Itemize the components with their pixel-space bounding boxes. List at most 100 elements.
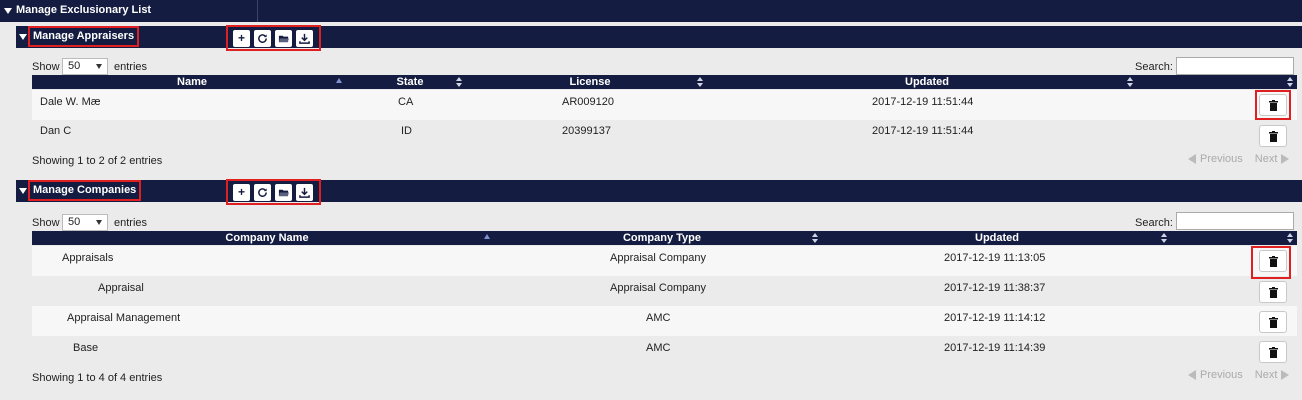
delete-row-button[interactable] bbox=[1259, 94, 1287, 116]
pagination: Previous Next bbox=[1188, 369, 1290, 381]
trash-icon bbox=[1268, 316, 1278, 328]
col-header-license[interactable]: License bbox=[468, 75, 712, 89]
companies-table-header: Company Name Company Type Updated bbox=[32, 231, 1297, 245]
col-header-updated[interactable]: Updated bbox=[712, 75, 1142, 89]
sort-icon[interactable] bbox=[812, 233, 818, 243]
next-page-button[interactable]: Next bbox=[1255, 369, 1278, 381]
col-header-company-name[interactable]: Company Name bbox=[32, 231, 502, 245]
download-companies-button[interactable] bbox=[296, 183, 313, 201]
companies-section-header[interactable]: Manage Companies + bbox=[16, 179, 1302, 205]
refresh-companies-button[interactable] bbox=[254, 183, 271, 201]
trash-icon bbox=[1268, 346, 1278, 358]
download-appraisers-button[interactable] bbox=[296, 29, 313, 47]
col-header-state[interactable]: State bbox=[352, 75, 468, 89]
entries-label: entries bbox=[114, 217, 148, 229]
cell-state: CA bbox=[398, 96, 414, 108]
search-label: Search: bbox=[1135, 61, 1173, 73]
table-row: Appraisal Appraisal Company 2017-12-19 1… bbox=[32, 276, 1297, 306]
cell-company-name: Appraisal bbox=[98, 282, 144, 294]
cell-updated: 2017-12-19 11:14:39 bbox=[944, 342, 1046, 354]
trash-icon bbox=[1268, 99, 1278, 111]
cell-company-type: AMC bbox=[646, 342, 671, 354]
cell-license: AR009120 bbox=[562, 96, 614, 108]
cell-state: ID bbox=[401, 125, 412, 137]
refresh-icon bbox=[258, 187, 267, 197]
cell-name: Dan C bbox=[40, 125, 72, 137]
download-icon bbox=[299, 187, 310, 198]
pagination: Previous Next bbox=[1188, 153, 1290, 165]
page-size-value: 50 bbox=[68, 60, 81, 72]
add-appraiser-button[interactable]: + bbox=[233, 29, 250, 47]
plus-icon: + bbox=[237, 185, 245, 199]
appraisers-section-title: Manage Appraisers bbox=[28, 26, 140, 47]
companies-search-input[interactable] bbox=[1176, 212, 1294, 230]
cell-updated: 2017-12-19 11:51:44 bbox=[872, 96, 974, 108]
delete-row-button[interactable] bbox=[1259, 281, 1287, 303]
download-icon bbox=[299, 33, 310, 44]
sort-icon[interactable] bbox=[456, 77, 462, 87]
sort-icon[interactable] bbox=[1161, 233, 1167, 243]
chevron-right-icon[interactable] bbox=[1281, 154, 1290, 164]
sort-asc-icon[interactable] bbox=[336, 78, 342, 83]
plus-icon: + bbox=[237, 31, 245, 45]
cell-company-name: Appraisals bbox=[62, 252, 114, 264]
trash-icon bbox=[1268, 255, 1278, 267]
table-row: Base AMC 2017-12-19 11:14:39 bbox=[32, 336, 1297, 366]
caret-down-icon[interactable] bbox=[19, 34, 27, 40]
sort-icon[interactable] bbox=[1287, 233, 1293, 243]
page-title: Manage Exclusionary List bbox=[16, 4, 152, 16]
open-appraisers-button[interactable] bbox=[275, 29, 292, 47]
previous-page-button[interactable]: Previous bbox=[1200, 369, 1243, 381]
header-divider bbox=[257, 0, 258, 22]
cell-updated: 2017-12-19 11:51:44 bbox=[872, 125, 974, 137]
exclusionary-list-header[interactable]: Manage Exclusionary List bbox=[0, 0, 1302, 22]
col-header-company-type[interactable]: Company Type bbox=[502, 231, 822, 245]
delete-row-button[interactable] bbox=[1259, 311, 1287, 333]
cell-updated: 2017-12-19 11:38:37 bbox=[944, 282, 1046, 294]
folder-open-icon bbox=[278, 189, 289, 196]
table-row: Appraisals Appraisal Company 2017-12-19 … bbox=[32, 246, 1297, 276]
entries-label: entries bbox=[114, 61, 148, 73]
cell-company-type: AMC bbox=[646, 312, 671, 324]
chevron-left-icon[interactable] bbox=[1188, 154, 1196, 164]
col-header-updated[interactable]: Updated bbox=[822, 231, 1172, 245]
delete-row-button[interactable] bbox=[1259, 250, 1287, 272]
sort-icon[interactable] bbox=[697, 77, 703, 87]
show-label: Show bbox=[32, 217, 60, 229]
search-label: Search: bbox=[1135, 217, 1173, 229]
appraisers-search-input[interactable] bbox=[1176, 57, 1294, 75]
cell-company-type: Appraisal Company bbox=[610, 252, 706, 264]
table-info: Showing 1 to 4 of 4 entries bbox=[32, 372, 163, 384]
caret-down-icon[interactable] bbox=[19, 188, 27, 194]
chevron-down-icon bbox=[96, 64, 102, 69]
companies-toolbar: + bbox=[226, 179, 321, 205]
sort-asc-icon[interactable] bbox=[484, 234, 490, 239]
delete-row-button[interactable] bbox=[1259, 125, 1287, 147]
cell-company-name: Base bbox=[73, 342, 99, 354]
chevron-left-icon[interactable] bbox=[1188, 370, 1196, 380]
table-row: Dale W. Mæ CA AR009120 2017-12-19 11:51:… bbox=[32, 90, 1297, 120]
previous-page-button[interactable]: Previous bbox=[1200, 153, 1243, 165]
appraisers-table-header: Name State License Updated bbox=[32, 75, 1297, 89]
show-label: Show bbox=[32, 61, 60, 73]
refresh-appraisers-button[interactable] bbox=[254, 29, 271, 47]
page-size-select[interactable]: 50 bbox=[62, 214, 108, 231]
page-size-select[interactable]: 50 bbox=[62, 58, 108, 75]
trash-icon bbox=[1268, 286, 1278, 298]
caret-down-icon[interactable] bbox=[4, 8, 12, 14]
appraisers-section-header[interactable]: Manage Appraisers + bbox=[16, 25, 1302, 51]
next-page-button[interactable]: Next bbox=[1255, 153, 1278, 165]
page-size-value: 50 bbox=[68, 216, 81, 228]
col-header-name[interactable]: Name bbox=[32, 75, 352, 89]
add-company-button[interactable]: + bbox=[233, 183, 250, 201]
delete-row-button[interactable] bbox=[1259, 341, 1287, 363]
sort-icon[interactable] bbox=[1127, 77, 1133, 87]
table-row: Appraisal Management AMC 2017-12-19 11:1… bbox=[32, 306, 1297, 336]
trash-icon bbox=[1268, 130, 1278, 142]
open-companies-button[interactable] bbox=[275, 183, 292, 201]
chevron-right-icon[interactable] bbox=[1281, 370, 1290, 380]
sort-icon[interactable] bbox=[1287, 77, 1293, 87]
companies-section-title: Manage Companies bbox=[28, 180, 142, 201]
table-row: Dan C ID 20399137 2017-12-19 11:51:44 bbox=[32, 120, 1297, 150]
cell-updated: 2017-12-19 11:14:12 bbox=[944, 312, 1046, 324]
